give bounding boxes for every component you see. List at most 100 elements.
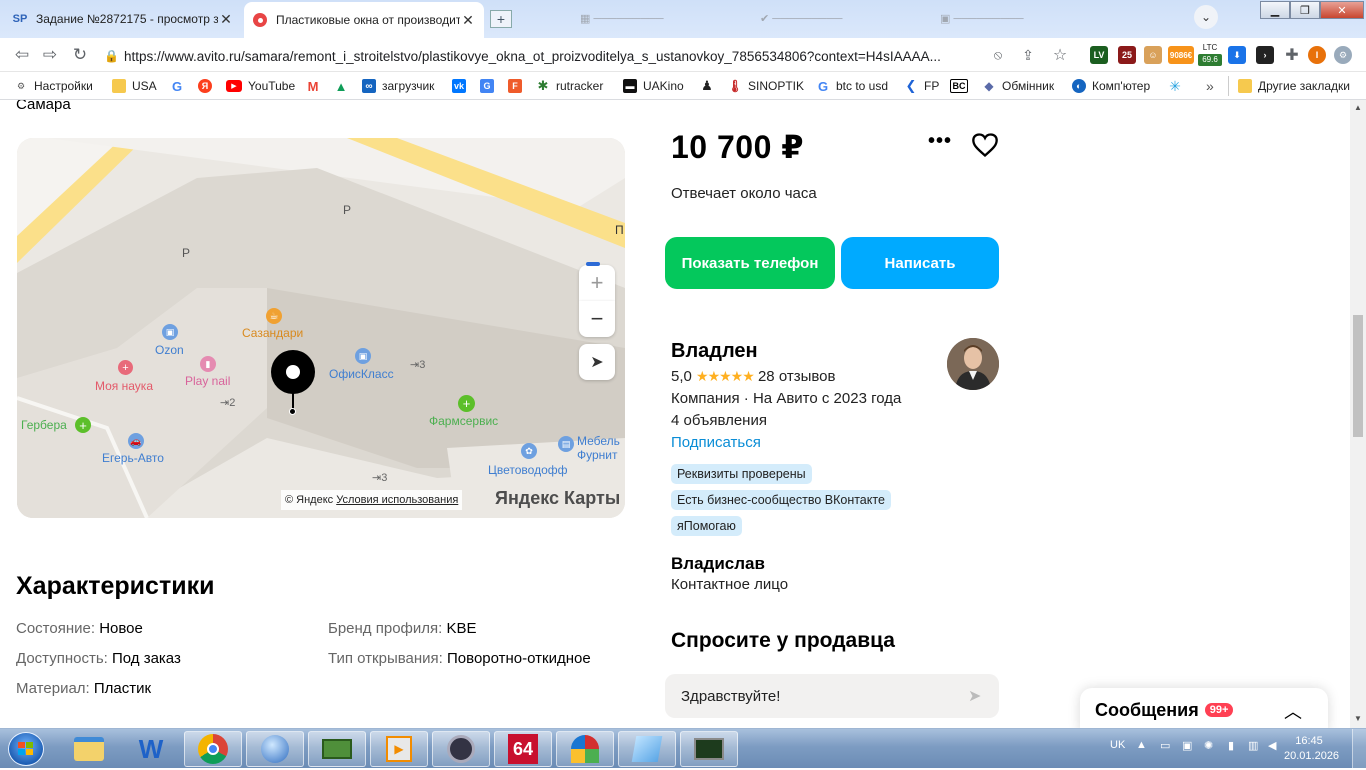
favorite-heart-icon[interactable] — [971, 132, 999, 158]
forward-arrow-icon[interactable]: ⇨ — [40, 45, 60, 65]
page-scrollbar[interactable]: ▲ ▼ — [1350, 100, 1366, 728]
yandex-map[interactable]: P P П ☕ Сазандари ▣ Ozon ▣ ОфисКласс ⇥3 … — [17, 138, 625, 518]
close-icon[interactable]: ✕ — [218, 11, 234, 28]
maximize-button[interactable]: ❐ — [1290, 1, 1320, 19]
bookmark-star-icon[interactable]: ☆ — [1050, 45, 1070, 65]
minimize-button[interactable]: ▁ — [1260, 1, 1290, 19]
antivirus-taskbar-icon[interactable]: W — [122, 731, 180, 767]
new-tab-button[interactable]: + — [490, 10, 512, 28]
bookmark-rutracker[interactable]: ✱ rutracker — [536, 78, 604, 94]
send-arrow-icon[interactable]: ➤ — [968, 686, 981, 706]
scroll-down-arrow-icon[interactable]: ▼ — [1354, 714, 1362, 723]
bookmark-btc[interactable]: Gbtc to usd — [816, 78, 888, 94]
fp-icon: ❮ — [905, 78, 917, 93]
tray-expand-icon[interactable]: ▲ — [1136, 739, 1147, 751]
bookmark-fp[interactable]: ❮ FP — [904, 78, 940, 94]
bookmark-sinoptik[interactable]: 🌡 SINOPTIK — [727, 78, 804, 94]
bookmark-drive[interactable]: ▲ — [334, 78, 354, 94]
umbrella-app-taskbar-icon[interactable] — [556, 731, 614, 767]
bookmark-computer[interactable]: ◐ Комп'ютер — [1072, 78, 1150, 94]
lv-extension-icon[interactable]: LV — [1090, 46, 1108, 64]
bookmark-gmail[interactable]: M — [306, 78, 326, 94]
zoom-in-button[interactable]: + — [579, 265, 615, 301]
bitcoin-extension-icon[interactable]: 9086€ — [1168, 46, 1194, 64]
tray-network-icon[interactable]: ▥ — [1248, 739, 1258, 752]
bookmark-youtube[interactable]: ▶ YouTube — [226, 78, 295, 94]
window-close-button[interactable]: ✕ — [1320, 1, 1364, 19]
clock-app-taskbar-icon[interactable] — [432, 731, 490, 767]
language-indicator[interactable]: UK — [1110, 739, 1125, 751]
counter-extension-icon[interactable]: 25 — [1118, 46, 1136, 64]
bookmark-uakino[interactable]: ▬ UAKino — [623, 78, 684, 94]
profile-avatar-icon[interactable]: I — [1308, 46, 1326, 64]
map-terms-link[interactable]: Условия использования — [336, 494, 458, 506]
windows-taskbar: W ▶ 64 UK ▲ ▭ ▣ ✺ ▮ ▥ ◀ 16:45 20.01.2026 — [0, 728, 1366, 769]
chevron-up-icon[interactable]: ︿ — [1284, 698, 1302, 724]
bookmark-google[interactable]: G — [170, 78, 190, 94]
chrome-taskbar-icon[interactable] — [184, 731, 242, 767]
seller-rating[interactable]: 5,0 ★★★★★ 28 отзывов — [671, 368, 835, 385]
bookmark-translate[interactable]: G — [480, 78, 500, 94]
scroll-up-arrow-icon[interactable]: ▲ — [1354, 103, 1362, 112]
media-player-taskbar-icon[interactable]: ▶ — [370, 731, 428, 767]
close-icon[interactable]: ✕ — [460, 12, 476, 29]
monitor-app-taskbar-icon[interactable] — [680, 731, 738, 767]
subscribe-link[interactable]: Подписаться — [671, 434, 761, 451]
write-message-button[interactable]: Написать — [841, 237, 999, 289]
tray-clock[interactable]: 16:45 20.01.2026 — [1284, 734, 1339, 764]
tray-battery-icon[interactable]: ▮ — [1228, 739, 1234, 752]
network-taskbar-icon[interactable] — [246, 731, 304, 767]
vk-icon: vk — [452, 79, 466, 93]
tray-volume-icon[interactable]: ◀ — [1268, 739, 1276, 752]
tray-green-icon[interactable]: ▣ — [1182, 739, 1192, 752]
terminal-extension-icon[interactable]: › — [1256, 46, 1274, 64]
bookmark-exchange[interactable]: ◆ Обмінник — [982, 78, 1054, 94]
menu-gear-icon[interactable]: ⚙ — [1334, 46, 1352, 64]
tab-avito[interactable]: Пластиковые окна от производит ✕ — [244, 2, 484, 38]
back-arrow-icon[interactable]: ⇦ — [12, 45, 32, 65]
entrance-number: 3 — [419, 359, 426, 371]
quick-message-input[interactable]: Здравствуйте! — [665, 674, 999, 718]
explorer-taskbar-icon[interactable] — [60, 731, 118, 767]
face-extension-icon[interactable]: ☺ — [1144, 46, 1162, 64]
messages-label: Сообщения — [1095, 699, 1199, 720]
bookmark-bc[interactable]: BC — [950, 78, 974, 94]
start-button[interactable] — [8, 732, 44, 766]
tray-app-icon[interactable]: ▭ — [1160, 739, 1170, 752]
extensions-puzzle-icon[interactable]: ✚ — [1282, 45, 1302, 65]
tab-task[interactable]: SP Задание №2872175 - просмотр з ✕ — [4, 4, 242, 34]
yandex-maps-logo[interactable]: Яндекс Карты — [495, 488, 620, 509]
bookmark-star[interactable]: ✳ — [1168, 78, 1188, 94]
bookmark-other[interactable]: Другие закладки — [1238, 78, 1350, 94]
seller-name[interactable]: Владлен — [671, 340, 758, 363]
pin-dot — [289, 408, 296, 415]
more-bookmarks-chevron[interactable]: » — [1206, 78, 1214, 94]
seller-avatar[interactable] — [947, 338, 999, 390]
show-desktop-button[interactable] — [1352, 729, 1366, 769]
share-icon[interactable]: ⇪ — [1018, 45, 1038, 65]
geolocation-arrow-icon[interactable]: ➤ — [579, 344, 615, 380]
bookmark-vk[interactable]: vk — [452, 78, 472, 94]
show-phone-button[interactable]: Показать телефон — [665, 237, 835, 289]
zoom-out-button[interactable]: − — [579, 301, 615, 337]
bookmark-f[interactable]: F — [508, 78, 528, 94]
tab-search-chevron-icon[interactable]: ⌄ — [1194, 5, 1218, 29]
messages-panel[interactable]: Сообщения 99+ ︿ — [1080, 688, 1328, 728]
bookmark-figure[interactable]: ♟ — [700, 78, 720, 94]
scrollbar-thumb[interactable] — [1353, 315, 1363, 437]
reload-icon[interactable]: ↻ — [70, 45, 90, 65]
ltc-extension-icon[interactable]: LTC 69.6 — [1198, 42, 1222, 68]
bookmark-usa[interactable]: USA — [112, 78, 157, 94]
bookmark-settings[interactable]: ⚙ Настройки — [14, 78, 93, 94]
aida64-taskbar-icon[interactable]: 64 — [494, 731, 552, 767]
bookmark-yandex[interactable]: Я — [198, 78, 218, 94]
more-dots-icon[interactable]: ••• — [928, 130, 952, 153]
download-icon[interactable]: ⬇ — [1228, 46, 1246, 64]
address-bar[interactable]: 🔒 https://www.avito.ru/samara/remont_i_s… — [104, 43, 984, 69]
notes-app-taskbar-icon[interactable] — [618, 731, 676, 767]
money-app-taskbar-icon[interactable] — [308, 731, 366, 767]
tray-colorful-icon[interactable]: ✺ — [1204, 739, 1213, 752]
seller-ads-count[interactable]: 4 объявления — [671, 412, 767, 429]
tracking-icon[interactable]: ⦸ — [988, 45, 1008, 65]
bookmark-loader[interactable]: ∞ загрузчик — [362, 78, 434, 94]
